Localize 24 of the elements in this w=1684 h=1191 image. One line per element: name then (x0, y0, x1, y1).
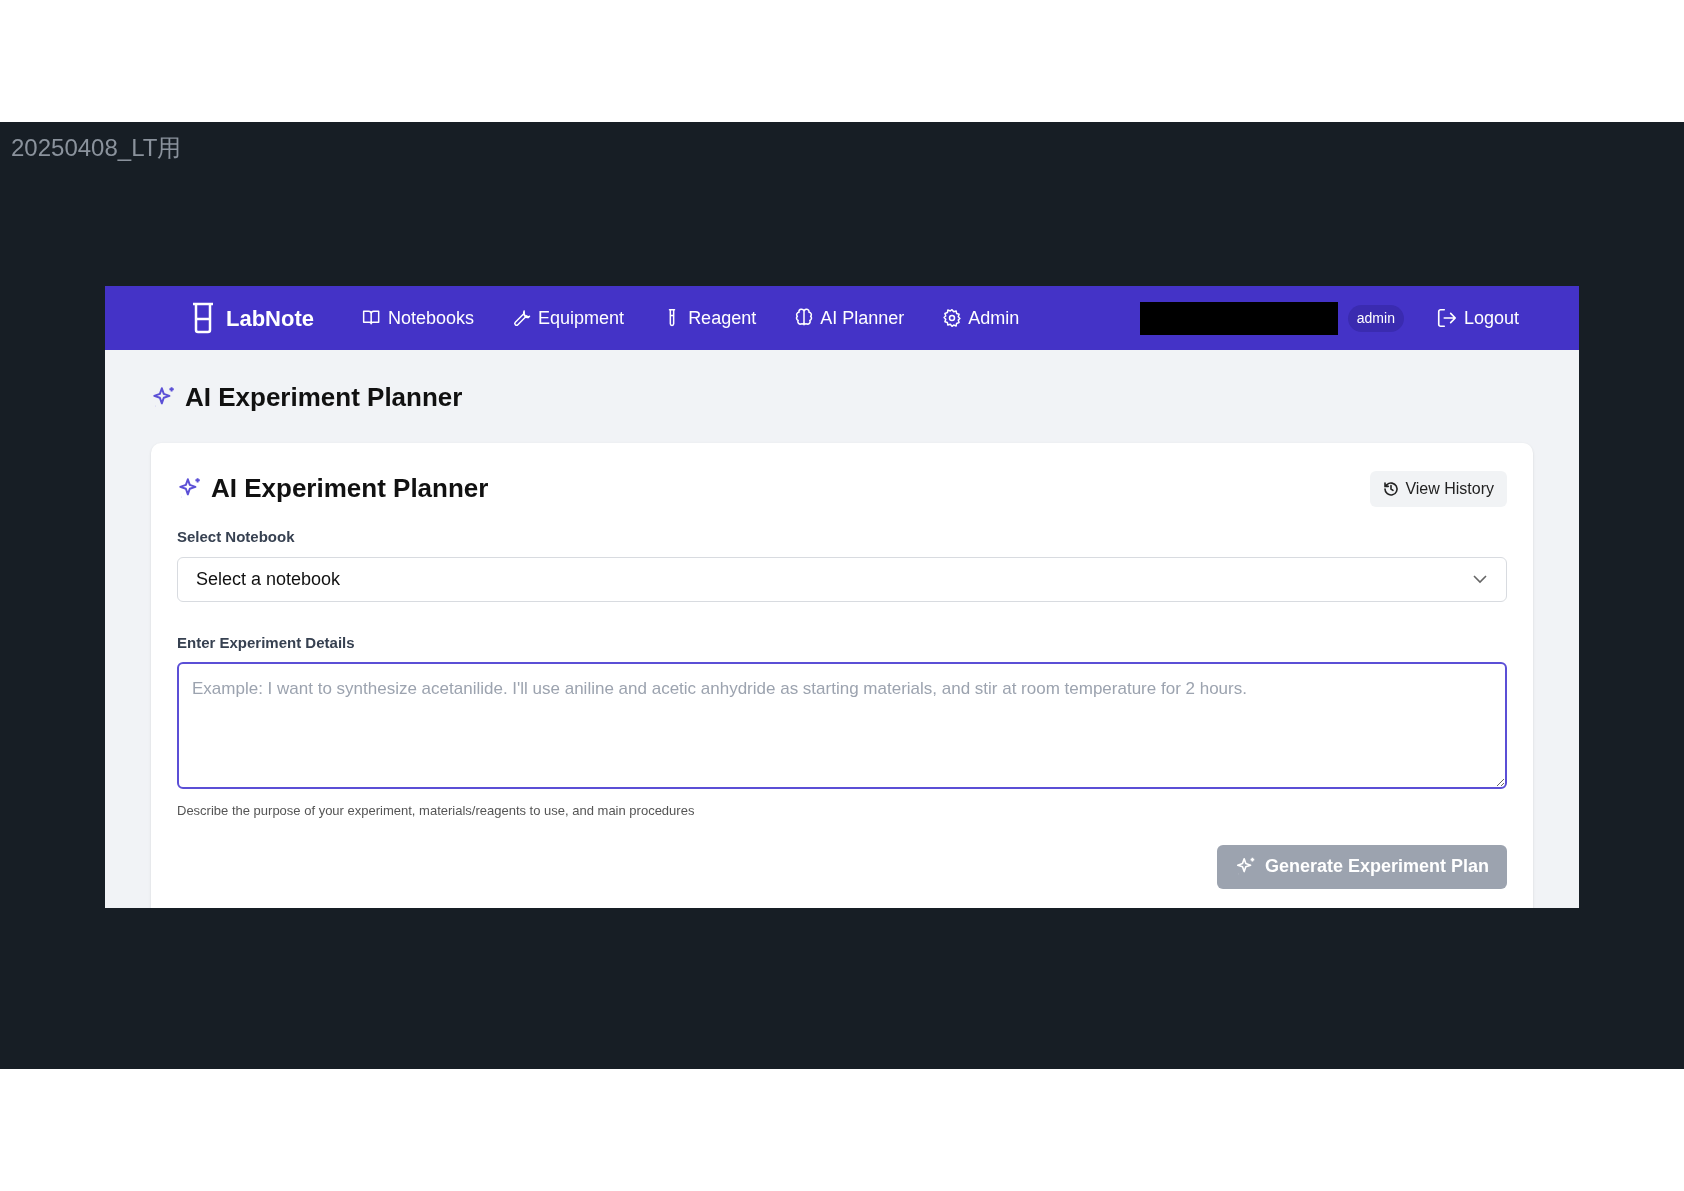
notebook-select[interactable]: Select a notebook (177, 556, 1507, 602)
field-label: Enter Experiment Details (177, 632, 356, 653)
slide-title: 20250408_LT用 (11, 134, 182, 161)
brand-name[interactable]: LabNote (226, 301, 314, 335)
brain-icon (794, 308, 815, 328)
help-text: Describe the purpose of your experiment, materials/reagents to use, and main procedures (177, 802, 696, 820)
nav-link[interactable]: Reagent (662, 304, 757, 332)
experiment-details-field[interactable]: Example: I want to synthesize acetanilide. I'll use aniline and acetic anhydride as starting materials, and stir at room temperature for 2 hours. (177, 662, 1507, 789)
card-title: AI Experiment Planner (211, 472, 489, 505)
view-history-button[interactable]: View History (1370, 470, 1507, 507)
nav-link[interactable]: Admin (942, 304, 1020, 332)
beaker-icon (190, 302, 216, 334)
chevron-down-icon (1472, 574, 1488, 584)
logout-icon (1435, 307, 1458, 329)
page-title: AI Experiment Planner (185, 381, 463, 414)
field-label: Select Notebook (177, 527, 296, 547)
nav-link[interactable]: Equipment (512, 304, 625, 332)
gear-icon (942, 308, 963, 328)
wrench-icon (512, 308, 533, 328)
nav-link[interactable]: AI Planner (794, 304, 905, 332)
role-badge: admin (1347, 304, 1404, 332)
nav-link[interactable]: Notebooks (362, 304, 475, 332)
history-icon (1383, 480, 1400, 497)
logout-button[interactable]: Logout (1435, 304, 1519, 332)
